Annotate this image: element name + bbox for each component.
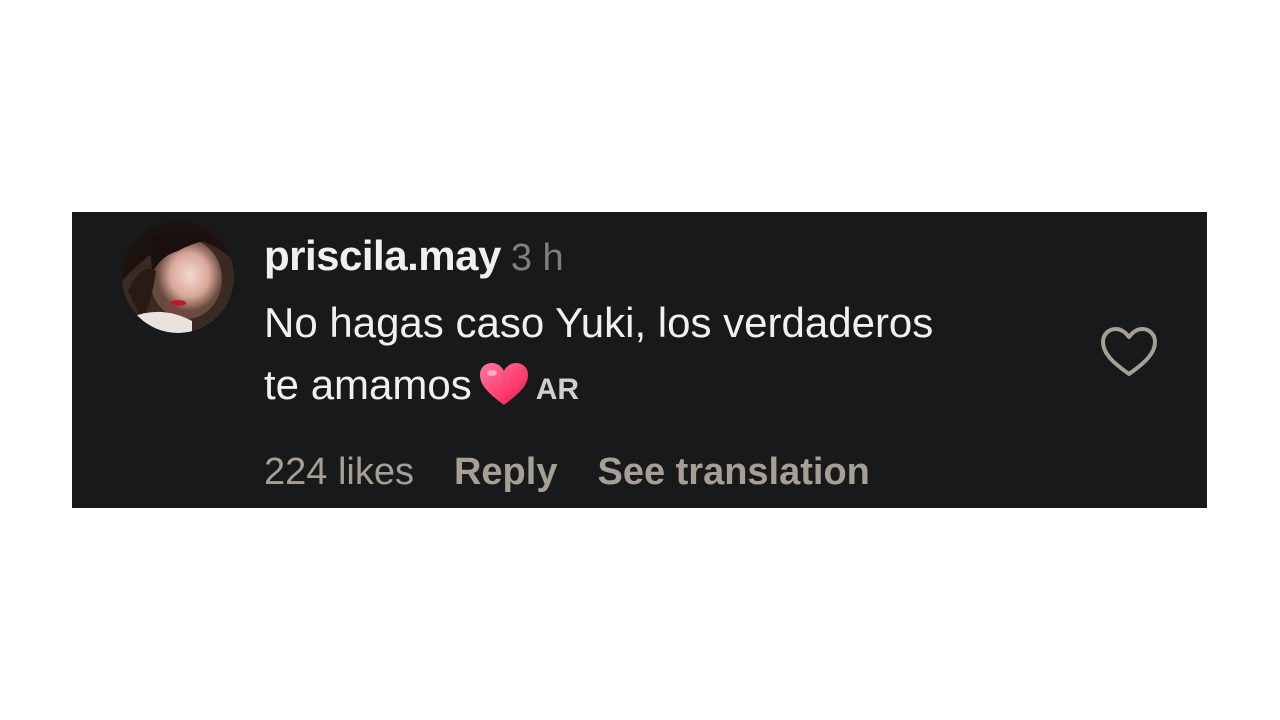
comment-body: No hagas caso Yuki, los verdaderos te am… xyxy=(264,292,1064,421)
likes-count[interactable]: 224 likes xyxy=(264,451,414,493)
comment-text-line-1: No hagas caso Yuki, los verdaderos xyxy=(264,299,934,346)
comment-text-line-2: te amamos xyxy=(264,361,472,408)
see-translation-button[interactable]: See translation xyxy=(597,451,869,493)
heart-outline-icon[interactable] xyxy=(1098,324,1160,380)
comment-header: priscila.may 3 h xyxy=(264,230,564,282)
avatar[interactable] xyxy=(122,221,234,333)
comment-actions: 224 likes Reply See translation xyxy=(264,446,910,498)
comment-text-line-2-row: te amamos AR xyxy=(264,354,1064,421)
country-flair: AR xyxy=(535,373,580,406)
reply-button[interactable]: Reply xyxy=(454,451,557,493)
heart-emoji-icon xyxy=(478,361,530,407)
username-link[interactable]: priscila.may xyxy=(264,232,501,279)
timestamp[interactable]: 3 h xyxy=(511,237,564,279)
comment-card: priscila.may 3 h No hagas caso Yuki, los … xyxy=(72,212,1207,508)
